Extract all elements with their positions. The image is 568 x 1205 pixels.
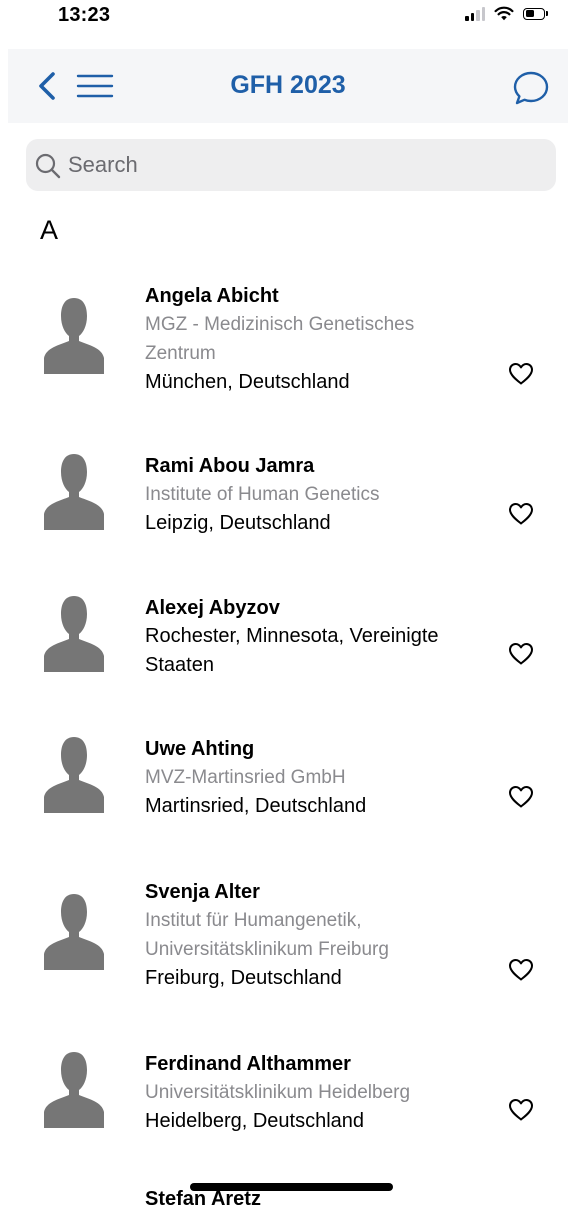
list-item[interactable]: Svenja Alter Institut für Humangenetik, … [0,878,568,998]
person-info: Angela Abicht MGZ - Medizinisch Genetisc… [145,282,490,397]
person-name: Svenja Alter [145,881,260,903]
avatar [44,596,104,672]
search-bar [26,139,556,191]
person-info: Rami Abou Jamra Institute of Human Genet… [145,452,490,538]
person-name: Rami Abou Jamra [145,455,315,477]
status-icons [465,6,548,21]
person-info: Alexej Abyzov Rochester, Minnesota, Vere… [145,594,490,680]
person-info: Uwe Ahting MVZ-Martinsried GmbH Martinsr… [145,735,490,821]
person-organization: MVZ-Martinsried GmbH [145,767,346,788]
person-location: Leipzig, Deutschland [145,512,331,534]
person-organization: MGZ - Medizinisch Genetisches Zentrum [145,314,415,364]
person-location: München, Deutschland [145,371,350,393]
list-item[interactable]: Rami Abou Jamra Institute of Human Genet… [0,452,568,542]
status-time: 13:23 [58,4,111,26]
navigation-bar: GFH 2023 [8,49,568,123]
heart-icon[interactable] [508,362,534,386]
heart-icon[interactable] [508,502,534,526]
person-organization: Institute of Human Genetics [145,484,380,505]
search-icon [35,153,61,179]
person-info: Svenja Alter Institut für Humangenetik, … [145,878,490,993]
person-organization: Universitätsklinikum Heidelberg [145,1082,411,1103]
person-location: Martinsried, Deutschland [145,795,367,817]
avatar [44,298,104,374]
section-header: A [40,215,59,245]
heart-icon[interactable] [508,958,534,982]
person-name: Uwe Ahting [145,738,255,760]
person-location: Heidelberg, Deutschland [145,1110,365,1132]
person-location: Freiburg, Deutschland [145,967,342,989]
heart-icon[interactable] [508,1098,534,1122]
person-organization: Institut für Humangenetik, Universitätsk… [145,910,389,960]
person-name: Angela Abicht [145,285,279,307]
list-item[interactable]: Angela Abicht MGZ - Medizinisch Genetisc… [0,282,568,402]
avatar [44,894,104,970]
home-indicator[interactable] [190,1183,393,1191]
heart-icon[interactable] [508,785,534,809]
person-info: Ferdinand Althammer Universitätsklinikum… [145,1050,490,1136]
list-item[interactable]: Uwe Ahting MVZ-Martinsried GmbH Martinsr… [0,735,568,825]
wifi-icon [494,6,514,21]
person-name: Ferdinand Althammer [145,1053,351,1075]
avatar [44,454,104,530]
search-input[interactable] [68,139,538,191]
chat-bubble-icon[interactable] [512,69,550,107]
avatar [44,1052,104,1128]
status-bar: 13:23 [0,0,568,44]
avatar [44,737,104,813]
heart-icon[interactable] [508,642,534,666]
list-item[interactable]: Alexej Abyzov Rochester, Minnesota, Vere… [0,594,568,684]
list-item[interactable]: Ferdinand Althammer Universitätsklinikum… [0,1050,568,1140]
page-title: GFH 2023 [230,71,346,99]
person-location: Rochester, Minnesota, Vereinigte Staaten [145,625,439,676]
cellular-signal-icon [465,6,485,21]
person-name: Alexej Abyzov [145,597,280,619]
battery-icon [523,7,548,20]
